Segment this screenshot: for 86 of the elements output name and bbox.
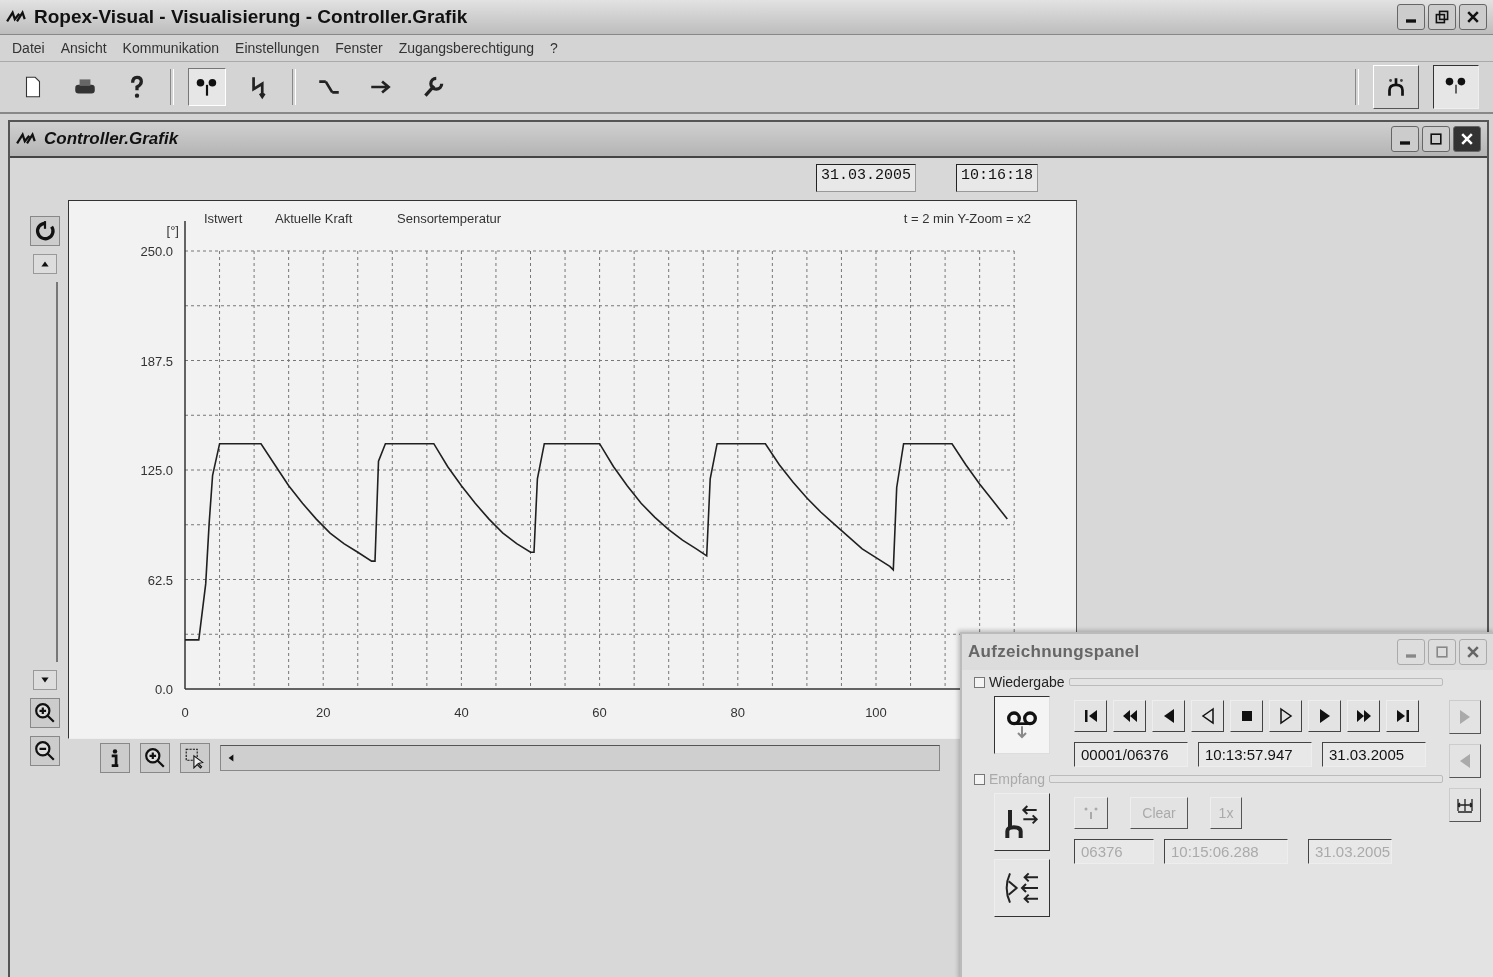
y-tick-label: 125.0 — [140, 463, 173, 478]
panel-title: Aufzeichnungspanel — [968, 642, 1141, 662]
close-button[interactable] — [1453, 126, 1481, 152]
transport-button[interactable] — [1308, 700, 1341, 732]
x-tick-label: 40 — [454, 705, 469, 720]
close-icon — [1465, 9, 1481, 25]
window-title: Controller.Grafik — [44, 129, 180, 149]
zoom-in-icon — [144, 747, 166, 769]
menu-item[interactable]: Datei — [12, 40, 45, 56]
info-button[interactable] — [100, 743, 130, 773]
legend-label: Istwert — [204, 211, 243, 226]
zoom-out-icon — [34, 740, 56, 762]
toolbar-button[interactable] — [188, 68, 226, 106]
readout-field: 31.03.2005 — [1322, 742, 1426, 767]
readout-field: 00001/06376 — [1074, 742, 1188, 767]
restore-icon — [1434, 9, 1450, 25]
transport-button[interactable] — [1191, 700, 1224, 732]
transport-button[interactable] — [1230, 700, 1263, 732]
legend-label: Sensortemperatur — [397, 211, 502, 226]
minimize-button[interactable] — [1391, 126, 1419, 152]
zoom-out-button[interactable] — [30, 736, 60, 766]
connect-button[interactable] — [1074, 797, 1108, 829]
transport-button[interactable] — [1386, 700, 1419, 732]
minimize-button[interactable] — [1397, 4, 1425, 30]
readout-field: 06376 — [1074, 839, 1154, 864]
horizontal-scrollbar[interactable] — [220, 745, 940, 771]
x-tick-label: 0 — [181, 705, 189, 720]
zoom-in-button[interactable] — [140, 743, 170, 773]
receive-button[interactable] — [994, 793, 1050, 851]
close-icon — [1465, 644, 1481, 660]
group-label: Empfang — [989, 771, 1046, 787]
close-button[interactable] — [1459, 4, 1487, 30]
scroll-up-button[interactable] — [33, 254, 57, 274]
menu-item[interactable]: Zugangsberechtigung — [398, 40, 535, 56]
legend-label: Aktuelle Kraft — [275, 211, 353, 226]
x-tick-label: 60 — [592, 705, 607, 720]
minimize-icon — [1406, 19, 1416, 23]
menu-item[interactable]: Kommunikation — [122, 40, 220, 56]
minimize-icon — [1406, 654, 1416, 658]
import-button[interactable] — [994, 859, 1050, 917]
play-backward-button[interactable] — [1449, 744, 1481, 778]
readout-field: 31.03.2005 — [1308, 839, 1392, 864]
menu-item[interactable]: Einstellungen — [235, 40, 320, 56]
scroll-down-button[interactable] — [33, 670, 57, 690]
time-field: 10:16:18 — [956, 164, 1039, 192]
tape-button[interactable] — [994, 696, 1050, 754]
maximize-icon — [1428, 131, 1444, 147]
unit-label: [°] — [166, 223, 179, 238]
readout-field: 10:13:57.947 — [1198, 742, 1312, 767]
y-tick-label: 250.0 — [140, 244, 173, 259]
date-field: 31.03.2005 — [816, 164, 916, 192]
checkbox[interactable] — [974, 676, 985, 688]
zoom-in-icon — [34, 702, 56, 724]
select-pointer-button[interactable] — [180, 743, 210, 773]
minimize-icon — [1400, 141, 1410, 145]
menu-item[interactable]: ? — [550, 40, 558, 56]
transport-button[interactable] — [1152, 700, 1185, 732]
refresh-icon — [34, 220, 56, 242]
y-tick-label: 62.5 — [147, 572, 173, 588]
y-tick-label: 187.5 — [140, 353, 173, 369]
maximize-icon — [1434, 644, 1450, 660]
close-icon — [1459, 131, 1475, 147]
menu-item[interactable]: Ansicht — [60, 40, 107, 56]
fit-range-button[interactable] — [1449, 788, 1481, 822]
x-tick-label: 100 — [865, 705, 887, 720]
refresh-button[interactable] — [30, 216, 60, 246]
app-logo-icon — [6, 10, 28, 24]
menu-item[interactable]: Fenster — [335, 40, 383, 56]
play-forward-button[interactable] — [1449, 700, 1481, 734]
zoom-in-button[interactable] — [30, 698, 60, 728]
restore-button[interactable] — [1428, 4, 1456, 30]
app-logo-icon — [16, 132, 38, 146]
x-tick-label: 20 — [315, 705, 331, 720]
transport-button[interactable] — [1074, 700, 1107, 732]
window-title: Ropex-Visual - Visualisierung - Controller.Grafik — [34, 6, 469, 28]
chart-info-text: t = 2 min Y-Zoom = x2 — [903, 211, 1031, 226]
readout-field: 10:15:06.288 — [1164, 839, 1288, 864]
y-tick-label: 0.0 — [154, 682, 173, 697]
transport-button[interactable] — [1269, 700, 1302, 732]
x-tick-label: 80 — [730, 705, 746, 720]
group-label: Wiedergabe — [989, 674, 1065, 690]
toolbar-button[interactable] — [1433, 65, 1479, 109]
transport-button[interactable] — [1113, 700, 1146, 732]
pointer-icon — [184, 747, 206, 769]
transport-button[interactable] — [1347, 700, 1380, 732]
maximize-button[interactable] — [1422, 126, 1450, 152]
